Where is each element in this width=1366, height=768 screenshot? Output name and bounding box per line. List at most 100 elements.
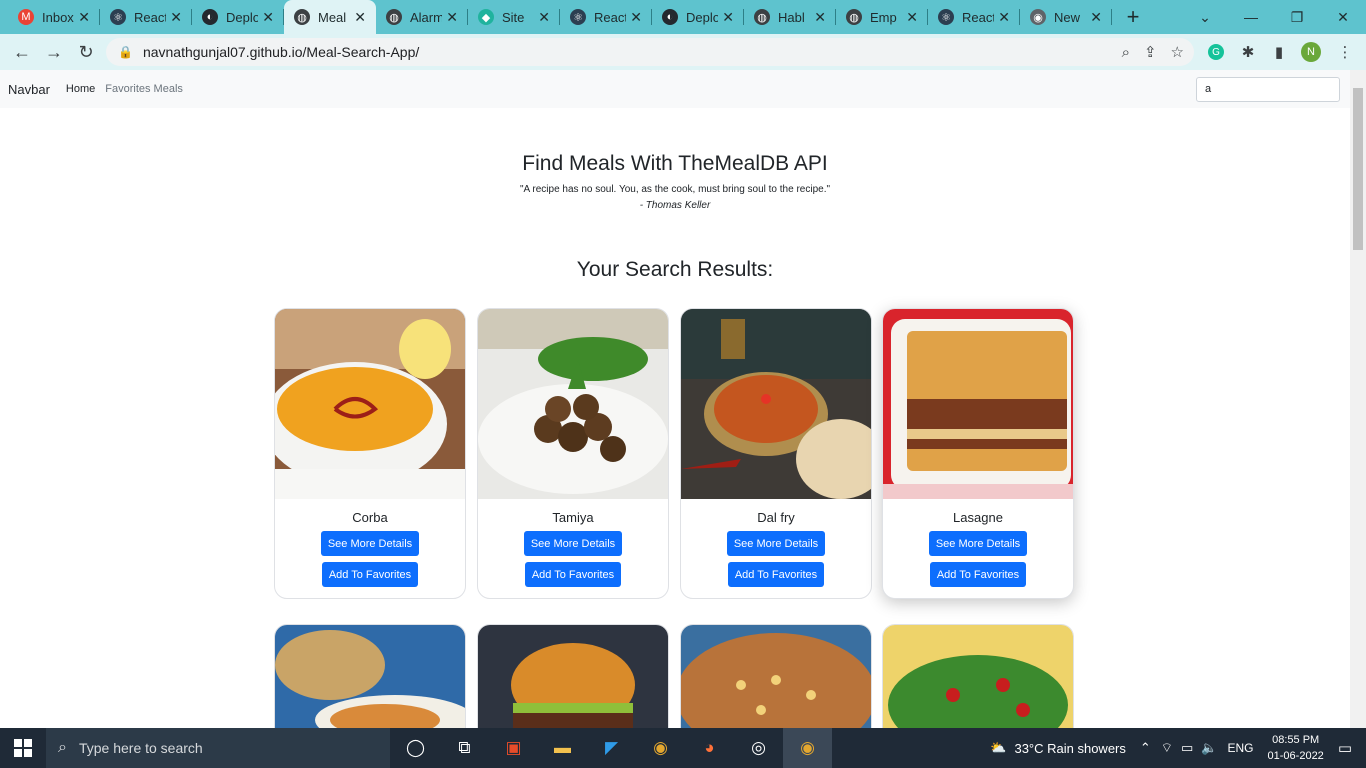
close-tab-icon[interactable]: ✕ <box>170 9 182 26</box>
forward-icon[interactable]: → <box>38 36 70 68</box>
browser-tab[interactable]: ◍ Alarm ✕ <box>376 0 468 34</box>
meal-search-input[interactable]: a <box>1196 77 1340 102</box>
close-tab-icon[interactable]: ✕ <box>446 9 458 26</box>
add-to-favorites-button[interactable]: Add To Favorites <box>525 562 621 587</box>
browser-tab[interactable]: ⚛ React ✕ <box>928 0 1020 34</box>
add-to-favorites-button[interactable]: Add To Favorites <box>930 562 1026 587</box>
meal-card <box>680 624 872 728</box>
share-icon[interactable]: ⇪ <box>1144 43 1157 61</box>
see-more-details-button[interactable]: See More Details <box>524 531 622 556</box>
chrome-profile-icon[interactable]: ◉ <box>783 728 832 768</box>
weather-icon[interactable]: ⛅ <box>990 740 1006 756</box>
weather-text[interactable]: 33°C Rain showers <box>1014 741 1125 756</box>
close-tab-icon[interactable]: ✕ <box>814 9 826 26</box>
nav-favorites[interactable]: Favorites Meals <box>105 83 183 95</box>
close-tab-icon[interactable]: ✕ <box>354 9 366 26</box>
see-more-details-button[interactable]: See More Details <box>321 531 419 556</box>
tab-title: New <box>1054 9 1081 25</box>
tab-title: Site <box>502 9 525 25</box>
tab-title: Deploy <box>226 9 259 25</box>
back-icon[interactable]: ← <box>6 36 38 68</box>
close-tab-icon[interactable]: ✕ <box>538 9 550 26</box>
minimize-icon[interactable]: — <box>1228 0 1274 34</box>
profile-avatar[interactable]: N <box>1296 36 1326 68</box>
close-tab-icon[interactable]: ✕ <box>722 9 734 26</box>
quote-author: - Thomas Keller <box>639 200 711 211</box>
obs-icon[interactable]: ◎ <box>734 728 783 768</box>
see-more-details-button[interactable]: See More Details <box>929 531 1027 556</box>
browser-tab[interactable]: ⚛ React ✕ <box>100 0 192 34</box>
scrollbar-thumb[interactable] <box>1353 88 1363 250</box>
close-tab-icon[interactable]: ✕ <box>906 9 918 26</box>
vscode-icon[interactable]: ◤ <box>587 728 636 768</box>
file-explorer-icon[interactable]: ▬ <box>538 728 587 768</box>
close-tab-icon[interactable]: ✕ <box>78 9 90 26</box>
page-title: Find Meals With TheMealDB API <box>522 152 828 175</box>
url-text: navnathgunjal07.github.io/Meal-Search-Ap… <box>142 44 420 60</box>
tab-title: Inbox <box>42 9 74 25</box>
close-tab-icon[interactable]: ✕ <box>1090 9 1102 26</box>
office-icon[interactable]: ▣ <box>489 728 538 768</box>
cortana-icon[interactable]: ◯ <box>391 728 440 768</box>
navbar-brand[interactable]: Navbar <box>8 82 50 97</box>
task-view-icon[interactable]: ⧉ <box>440 728 489 768</box>
meal-image-dal-fry[interactable] <box>681 309 871 499</box>
notification-icon[interactable]: ▭ <box>1338 739 1352 757</box>
chrome-icon: ◉ <box>1030 9 1046 25</box>
browser-tab[interactable]: ◉ New ✕ <box>1020 0 1112 34</box>
close-tab-icon[interactable]: ✕ <box>262 9 274 26</box>
menu-icon[interactable]: ⋮ <box>1330 36 1360 68</box>
meal-card: Lasagne See More Details Add To Favorite… <box>882 308 1074 599</box>
reload-icon[interactable]: ↻ <box>70 36 102 68</box>
system-clock[interactable]: 08:55 PM 01-06-2022 <box>1268 732 1324 764</box>
volume-icon[interactable]: 🔈 <box>1201 740 1217 756</box>
tab-title: Alarm <box>410 9 443 25</box>
address-bar[interactable]: 🔒 navnathgunjal07.github.io/Meal-Search-… <box>106 38 1194 66</box>
browser-tab[interactable]: ◍ Emp ✕ <box>836 0 928 34</box>
quote-text: "A recipe has no soul. You, as the cook,… <box>519 184 831 195</box>
network-icon[interactable]: ⌔ <box>1161 740 1173 756</box>
meal-image[interactable] <box>681 625 871 728</box>
meal-image[interactable] <box>478 625 668 728</box>
close-window-icon[interactable]: ✕ <box>1320 0 1366 34</box>
battery-icon[interactable]: ▭ <box>1181 740 1193 756</box>
side-panel-icon[interactable]: ▮ <box>1264 36 1294 68</box>
see-more-details-button[interactable]: See More Details <box>727 531 825 556</box>
meal-image-corba[interactable] <box>275 309 465 499</box>
add-to-favorites-button[interactable]: Add To Favorites <box>728 562 824 587</box>
browser-tab[interactable]: ◍ Meal ✕ <box>284 0 376 34</box>
browser-tab[interactable]: ◍ Habl ✕ <box>744 0 836 34</box>
browser-tab[interactable]: ◐ Deploy✕ <box>652 0 744 34</box>
browser-tab[interactable]: ◐ Deploy✕ <box>192 0 284 34</box>
nav-home[interactable]: Home <box>66 83 95 95</box>
new-tab-icon[interactable]: + <box>1116 0 1150 34</box>
chrome-icon[interactable]: ◉ <box>636 728 685 768</box>
meal-card: Corba See More Details Add To Favorites <box>274 308 466 599</box>
bookmark-star-icon[interactable]: ☆ <box>1171 43 1184 61</box>
github-icon: ◐ <box>202 9 218 25</box>
extensions-icon[interactable]: ✱ <box>1233 36 1263 68</box>
page-scrollbar[interactable] <box>1350 70 1366 728</box>
close-tab-icon[interactable]: ✕ <box>998 9 1010 26</box>
grammarly-icon[interactable]: G <box>1201 36 1231 68</box>
language-indicator[interactable]: ENG <box>1228 741 1254 755</box>
browser-tab[interactable]: ⚛ React ✕ <box>560 0 652 34</box>
meal-image-tamiya[interactable] <box>478 309 668 499</box>
browser-tab[interactable]: M Inbox ✕ <box>8 0 100 34</box>
meal-card <box>477 624 669 728</box>
meal-name: Corba <box>352 510 388 525</box>
meal-image-lasagne[interactable] <box>883 309 1073 499</box>
firefox-icon[interactable]: ◕ <box>685 728 734 768</box>
browser-tab[interactable]: ◆ Site ✕ <box>468 0 560 34</box>
windows-start-icon[interactable] <box>0 728 46 768</box>
zoom-icon[interactable]: ⌕ <box>1122 44 1130 61</box>
tab-search-icon[interactable]: ⌄ <box>1182 0 1228 34</box>
meal-image[interactable] <box>275 625 465 728</box>
close-tab-icon[interactable]: ✕ <box>630 9 642 26</box>
chevron-up-icon[interactable]: ⌃ <box>1140 740 1151 756</box>
restore-icon[interactable]: ❐ <box>1274 0 1320 34</box>
taskbar-search-input[interactable]: ⌕ Type here to search <box>46 728 390 768</box>
add-to-favorites-button[interactable]: Add To Favorites <box>322 562 418 587</box>
tab-title: Meal <box>318 9 347 25</box>
meal-image[interactable] <box>883 625 1073 728</box>
